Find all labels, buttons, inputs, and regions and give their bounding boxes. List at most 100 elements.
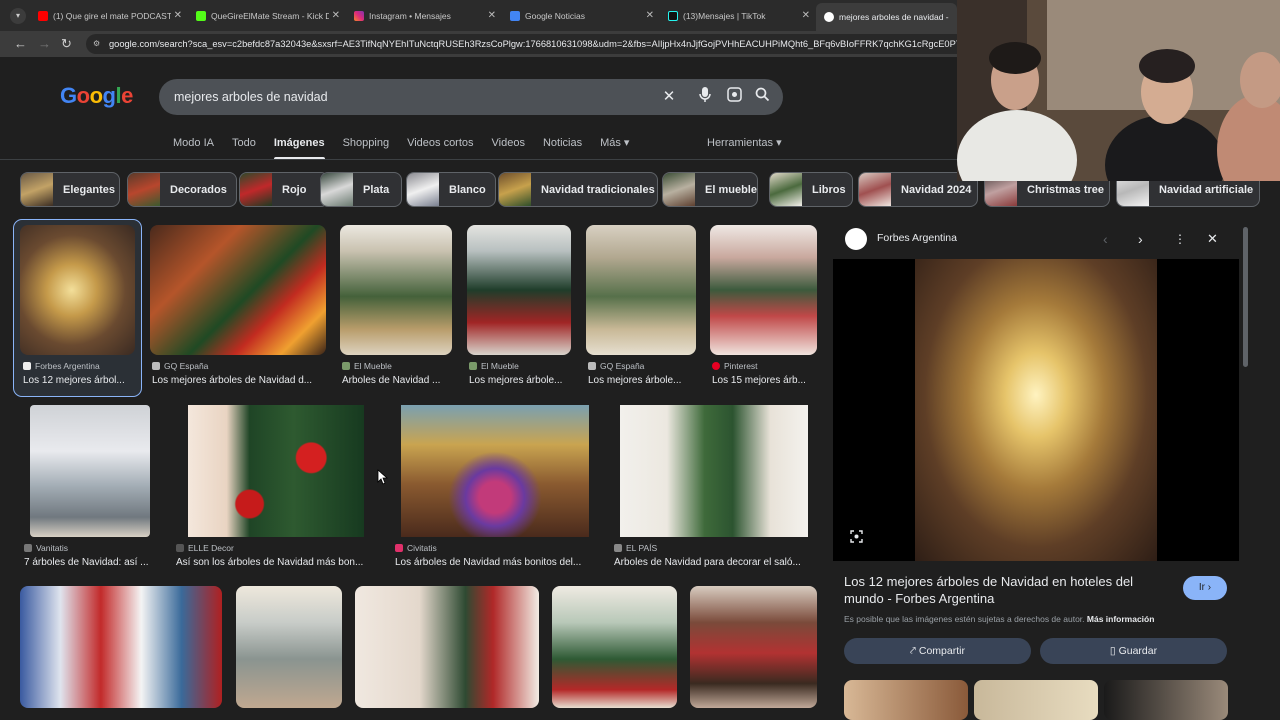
search-icon[interactable]	[752, 87, 772, 107]
search-input[interactable]: mejores arboles de navidad	[174, 79, 328, 115]
related-thumbnail[interactable]	[974, 680, 1098, 720]
chip[interactable]: Libros	[769, 172, 853, 207]
result-caption[interactable]: Los mejores árbole...	[469, 375, 571, 386]
tab-noticias[interactable]: Noticias	[543, 135, 582, 155]
image-result[interactable]	[355, 586, 539, 708]
image-result[interactable]	[552, 586, 677, 708]
chip-label: Libros	[812, 183, 846, 196]
result-caption[interactable]: Los mejores árbole...	[588, 375, 696, 386]
result-caption[interactable]: Así son los árboles de Navidad más bon..…	[176, 557, 376, 568]
search-nav-tabs: Modo IA Todo Imágenes Shopping Videos co…	[173, 135, 647, 160]
close-icon[interactable]: ✕	[1207, 228, 1218, 250]
tab-imagenes[interactable]: Imágenes	[273, 135, 325, 160]
pinterest-icon	[712, 362, 720, 370]
tab-shopping[interactable]: Shopping	[343, 135, 390, 155]
close-tab-icon[interactable]: ✕	[646, 10, 654, 21]
result-source: Forbes Argentina	[23, 361, 100, 371]
image-result[interactable]: El Mueble Árboles de Navidad ...	[340, 225, 452, 395]
chip[interactable]: Rojo	[239, 172, 329, 207]
reload-icon[interactable]: ↻	[61, 36, 72, 52]
more-info-link[interactable]: Más información	[1087, 614, 1155, 624]
el-mueble-icon	[342, 362, 350, 370]
share-button[interactable]: ⤤ Compartir	[844, 638, 1031, 664]
browser-tab[interactable]: Instagram • Mensajes ✕	[346, 4, 502, 27]
image-result[interactable]	[236, 586, 342, 708]
result-caption[interactable]: 7 árboles de Navidad: así ...	[24, 557, 156, 568]
google-news-icon	[510, 10, 520, 21]
tab-search-dropdown[interactable]: ▾	[10, 8, 26, 24]
civitatis-icon	[395, 544, 403, 552]
image-result-selected[interactable]: Forbes Argentina Los 12 mejores árbol...	[13, 219, 142, 397]
browser-tab-active[interactable]: mejores arboles de navidad - B	[816, 3, 957, 31]
visit-button[interactable]: Ir ›	[1183, 576, 1227, 600]
google-logo[interactable]: Google	[60, 83, 133, 109]
close-tab-icon[interactable]: ✕	[332, 10, 340, 21]
microphone-icon[interactable]	[695, 87, 715, 107]
tab-todo[interactable]: Todo	[232, 135, 256, 155]
result-thumbnail	[620, 405, 808, 537]
chip-thumbnail	[21, 173, 53, 206]
preview-image[interactable]	[915, 259, 1157, 561]
tab-title: QueGireElMate Stream - Kick D	[211, 10, 329, 21]
tab-mas[interactable]: Más ▾	[600, 135, 629, 155]
preview-title[interactable]: Los 12 mejores árboles de Navidad en hot…	[844, 573, 1154, 607]
result-thumbnail	[710, 225, 817, 355]
tab-modo-ia[interactable]: Modo IA	[173, 135, 214, 155]
chip[interactable]: Plata	[320, 172, 402, 207]
browser-tab[interactable]: QueGireElMate Stream - Kick D ✕	[188, 4, 346, 27]
chip[interactable]: Blanco	[406, 172, 496, 207]
tools-menu[interactable]: Herramientas ▾	[707, 135, 782, 151]
back-icon[interactable]: ←	[14, 36, 27, 52]
chip[interactable]: Elegantes	[20, 172, 120, 207]
chip[interactable]: Navidad tradicionales	[498, 172, 658, 207]
image-result[interactable]	[20, 586, 222, 708]
close-tab-icon[interactable]: ✕	[488, 10, 496, 21]
chip[interactable]: Decorados	[127, 172, 237, 207]
browser-tab[interactable]: Google Noticias ✕	[502, 4, 660, 27]
chip[interactable]: El mueble	[662, 172, 758, 207]
image-result[interactable]: Vanitatis 7 árboles de Navidad: así ...	[24, 405, 156, 575]
result-caption[interactable]: Árboles de Navidad para decorar el saló.…	[614, 557, 814, 568]
clear-icon[interactable]: ✕	[659, 87, 679, 107]
image-result[interactable]: El Mueble Los mejores árbole...	[467, 225, 571, 395]
next-icon[interactable]: ›	[1138, 228, 1143, 250]
related-thumbnail[interactable]	[844, 680, 968, 720]
source-name: EL PAÍS	[626, 543, 658, 553]
lens-icon[interactable]	[724, 87, 744, 107]
chip-label: Elegantes	[63, 183, 115, 196]
result-caption[interactable]: Los mejores árboles de Navidad d...	[152, 375, 326, 386]
result-caption[interactable]: Los árboles de Navidad más bonitos del..…	[395, 557, 595, 568]
close-tab-icon[interactable]: ✕	[174, 10, 182, 21]
result-caption[interactable]: Los 15 mejores árb...	[712, 375, 817, 386]
site-info-icon[interactable]: ⚙	[93, 39, 103, 49]
logo-letter: g	[102, 83, 116, 108]
forward-icon[interactable]: →	[38, 36, 51, 52]
search-box[interactable]: mejores arboles de navidad ✕	[159, 79, 783, 115]
result-caption[interactable]: Árboles de Navidad ...	[342, 375, 452, 386]
panel-source-name[interactable]: Forbes Argentina	[877, 232, 957, 244]
result-thumbnail	[552, 586, 677, 708]
image-result[interactable]: ELLE Decor Así son los árboles de Navida…	[176, 405, 376, 575]
panel-scrollbar[interactable]	[1243, 227, 1248, 367]
image-result[interactable]: Civitatis Los árboles de Navidad más bon…	[395, 405, 595, 575]
browser-tab[interactable]: (13)Mensajes | TikTok ✕	[660, 4, 816, 27]
image-result[interactable]: Pinterest Los 15 mejores árb...	[710, 225, 817, 395]
address-bar[interactable]: ⚙ google.com/search?sca_esv=c2befdc87a32…	[86, 34, 966, 54]
result-caption[interactable]: Los 12 mejores árbol...	[23, 375, 135, 386]
previous-icon[interactable]: ‹	[1103, 228, 1108, 250]
related-thumbnail[interactable]	[1104, 680, 1228, 720]
image-result[interactable]: GQ España Los mejores árbole...	[586, 225, 696, 395]
lens-search-icon[interactable]	[850, 530, 863, 546]
chip-label: Plata	[363, 183, 390, 196]
more-options-icon[interactable]: ⋮	[1174, 228, 1186, 250]
image-result[interactable]	[690, 586, 817, 708]
browser-tab[interactable]: (1) Que gire el mate PODCAST ✕	[30, 4, 188, 27]
tab-videos[interactable]: Videos	[492, 135, 525, 155]
image-result[interactable]: EL PAÍS Árboles de Navidad para decorar …	[614, 405, 814, 575]
forbes-icon	[23, 362, 31, 370]
result-thumbnail	[355, 586, 539, 708]
image-result[interactable]: GQ España Los mejores árboles de Navidad…	[150, 225, 326, 395]
close-tab-icon[interactable]: ✕	[802, 10, 810, 21]
save-button[interactable]: ▯ Guardar	[1040, 638, 1227, 664]
tab-videos-cortos[interactable]: Videos cortos	[407, 135, 473, 155]
